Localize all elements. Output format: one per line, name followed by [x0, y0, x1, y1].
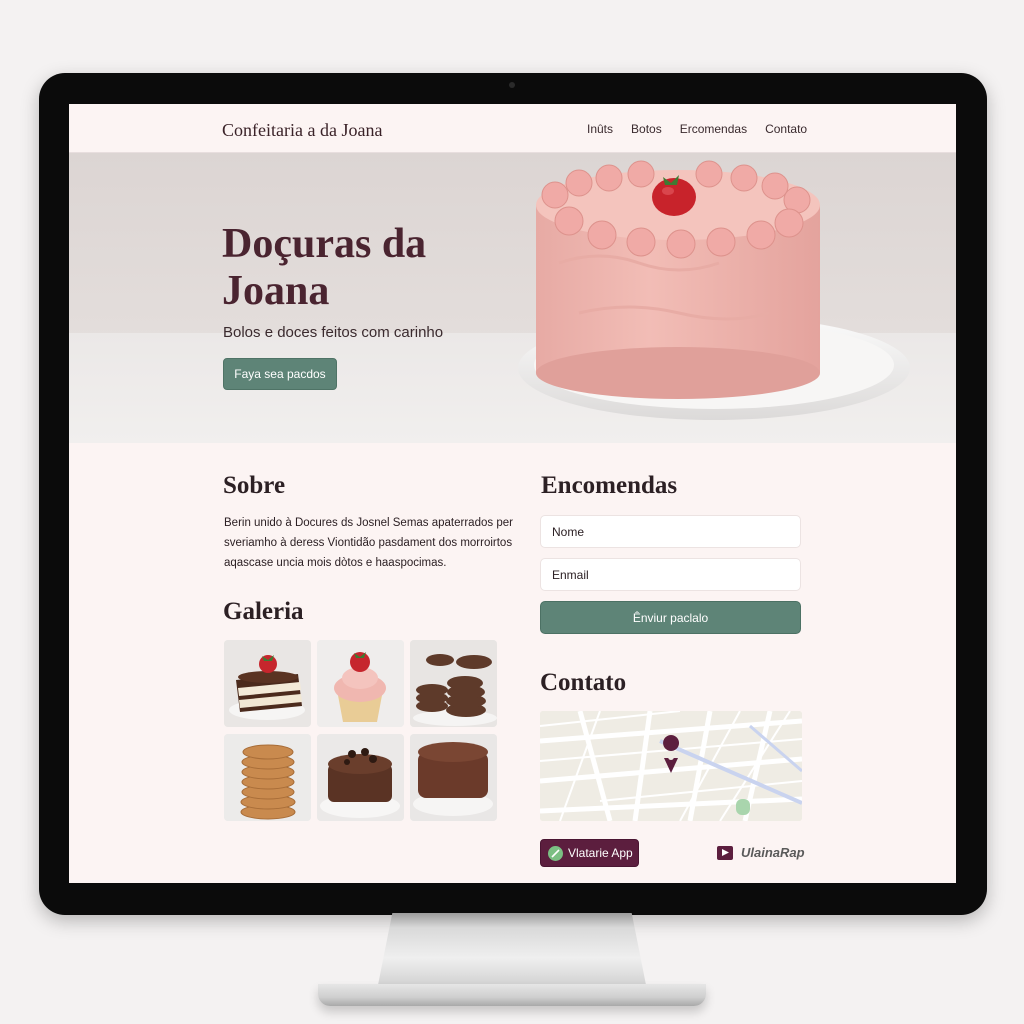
main-nav: Inûts Botos Ercomendas Contato [587, 122, 825, 136]
name-field[interactable] [540, 515, 801, 548]
nav-item-encomendas[interactable]: Ercomendas [680, 122, 747, 136]
app-button-label: Vlatarie App [568, 846, 633, 860]
encomendas-title: Encomendas [541, 472, 678, 499]
pink-cake-image [518, 160, 910, 420]
email-field[interactable] [540, 558, 801, 591]
gallery-image-cupcake[interactable] [317, 640, 404, 727]
submit-order-button[interactable]: Ênviur paclalo [540, 601, 801, 634]
partner-label: UlainaRap [741, 845, 805, 860]
app-download-button[interactable]: Vlatarie App [540, 839, 639, 867]
nav-item-contato[interactable]: Contato [765, 122, 807, 136]
nav-item-inicio[interactable]: Inûts [587, 122, 613, 136]
monitor-stand-base [318, 984, 706, 1006]
contato-title: Contato [540, 669, 627, 696]
monitor-stand [376, 913, 648, 995]
nav-item-bolos[interactable]: Botos [631, 122, 662, 136]
hero-title: Doçuras da Joana [222, 221, 427, 314]
leaf-icon [548, 845, 563, 861]
sobre-text: Berin unido à Docures ds Josnel Semas ap… [224, 517, 513, 569]
galeria-title: Galeria [223, 598, 304, 625]
gallery-image-cookie-stacks[interactable] [410, 640, 497, 727]
hero-banner: Doçuras da Joana Bolos e doces feitos co… [69, 153, 956, 443]
gallery-image-layer-cake[interactable] [224, 640, 311, 727]
partner-link[interactable]: UlainaRap [717, 845, 805, 860]
site-header: Confeitaria a da Joana Inûts Botos Ercom… [69, 104, 956, 153]
hero-subtitle: Bolos e doces feitos com carinho [223, 324, 444, 341]
play-arrow-icon [717, 845, 733, 860]
browser-screen: Confeitaria a da Joana Inûts Botos Ercom… [69, 104, 956, 883]
order-cta-button[interactable]: Faya sea pacdos [223, 358, 337, 390]
gallery-grid [224, 640, 497, 822]
site-brand[interactable]: Confeitaria a da Joana [222, 120, 382, 141]
gallery-image-chocolate-cake[interactable] [410, 734, 497, 821]
camera-icon [509, 82, 515, 88]
gallery-image-chocolate-chip-cake[interactable] [317, 734, 404, 821]
location-map[interactable] [540, 711, 802, 821]
sobre-title: Sobre [223, 472, 286, 499]
gallery-image-cookie-stack[interactable] [224, 734, 311, 821]
